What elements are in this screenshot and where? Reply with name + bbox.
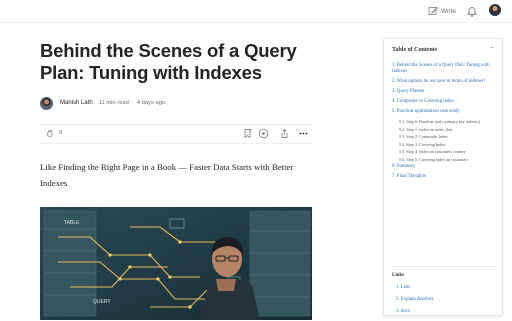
toc-subitem[interactable]: 5.4. Step 3: Covering Index (392, 142, 496, 148)
toc-subitem[interactable]: 5.3. Step 2: Composite Index (392, 134, 496, 140)
top-bar: Write (0, 0, 512, 22)
bookmark-icon[interactable] (242, 128, 253, 139)
toc-item[interactable]: 6. Summary (392, 164, 496, 170)
action-bar: 9 (40, 124, 312, 144)
toc-subitem[interactable]: 5.1. Step 0: Baseline (only primary key … (392, 119, 496, 125)
user-avatar[interactable] (489, 4, 501, 16)
article-subtitle: Like Finding the Right Page in a Book — … (40, 162, 294, 188)
link-item[interactable]: 3. docs (396, 309, 433, 315)
clap-count: 9 (59, 130, 63, 136)
write-button[interactable]: Write (428, 5, 456, 17)
toc-list: 1. Behind the Scenes of a Query Plan: Tu… (392, 63, 496, 184)
toc-divider (392, 266, 496, 267)
toc-item[interactable]: 4. Composite vs Covering index (392, 99, 496, 105)
header-divider (0, 22, 512, 23)
toc-collapse-button[interactable]: − (490, 45, 494, 52)
clap-button[interactable]: 9 (45, 128, 62, 138)
hero-query-label: QUERY (93, 299, 111, 305)
toc-item[interactable]: 7. Final Thoughts (392, 174, 496, 180)
write-icon (428, 6, 438, 15)
bell-icon[interactable] (466, 5, 478, 17)
link-item[interactable]: 2. Explain Analysis (396, 297, 433, 303)
write-label: Write (441, 7, 457, 15)
article-header: Behind the Scenes of a Query Plan: Tunin… (40, 40, 312, 84)
hero-table-label: TABLE (64, 220, 80, 226)
publish-date: 4 days ago (136, 100, 166, 106)
more-icon[interactable] (298, 128, 309, 139)
hero-image: TABLE QUERY (40, 207, 312, 320)
toc-item[interactable]: 2. What options do we have in terms of i… (392, 79, 496, 85)
read-time: 11 min read (98, 100, 129, 106)
toc-subitem[interactable]: 5.2. Step 1: Index on order_date (392, 127, 496, 133)
link-item[interactable]: 1. Lists (396, 285, 433, 291)
author-name[interactable]: Manish Lath (60, 100, 93, 106)
toc-item[interactable]: 3. Query Planner (392, 89, 496, 95)
links-list: 1. Lists 2. Explain Analysis 3. docs (396, 285, 433, 321)
play-icon[interactable] (258, 128, 269, 139)
article-title: Behind the Scenes of a Query Plan: Tunin… (40, 40, 297, 83)
clap-icon (46, 129, 53, 137)
author-avatar[interactable] (40, 96, 53, 110)
toc-subitem[interactable]: 5.6. Step 5: Covering index on customers (392, 157, 496, 163)
toc-item[interactable]: 5. Practical optimisation case study (392, 109, 496, 115)
links-heading: Links (392, 273, 405, 278)
toc-subitem[interactable]: 5.5. Step 4: Index on customers country (392, 149, 496, 155)
meta-separator: · (131, 100, 134, 106)
share-icon[interactable] (279, 128, 290, 139)
table-of-contents: Table of Contents − 1. Behind the Scenes… (383, 38, 503, 316)
byline: Manish Lath 11 min read · 4 days ago (40, 96, 165, 110)
toc-item[interactable]: 1. Behind the Scenes of a Query Plan: Tu… (392, 63, 496, 75)
toc-heading: Table of Contents (392, 47, 438, 53)
